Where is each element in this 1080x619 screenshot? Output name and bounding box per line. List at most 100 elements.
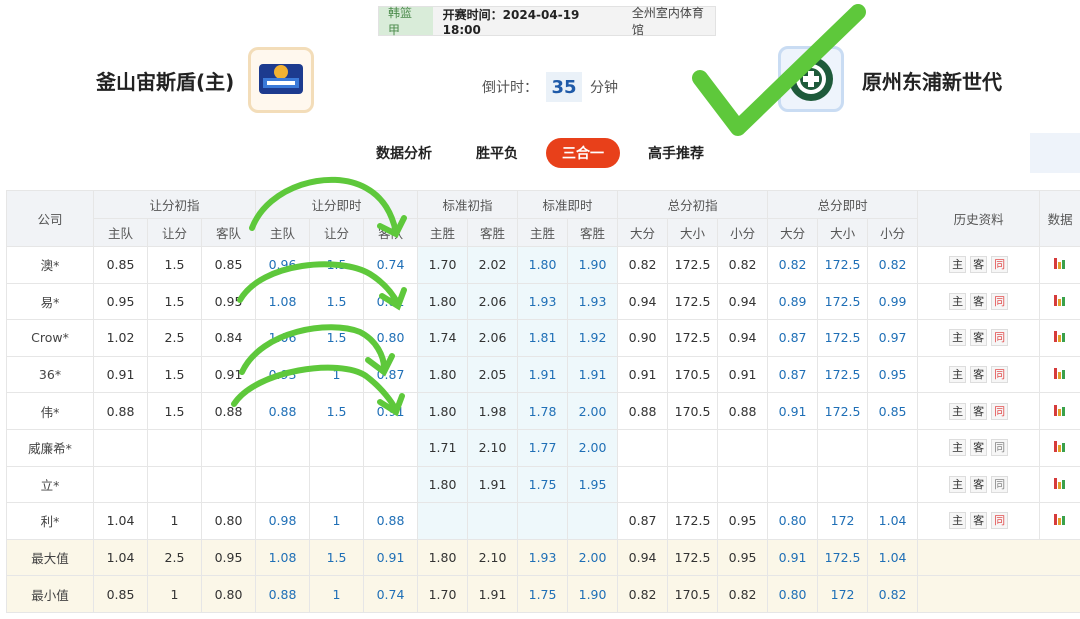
history-home-button[interactable]: 主: [949, 475, 967, 493]
history-same-button[interactable]: 同: [991, 512, 1009, 530]
history-away-button[interactable]: 客: [970, 256, 988, 274]
odds-cell: 0.87: [767, 355, 819, 394]
history-buttons: 主客同: [917, 428, 1041, 467]
company-name[interactable]: 利*: [6, 502, 94, 540]
odds-cell: [667, 465, 719, 504]
company-name[interactable]: Crow*: [6, 319, 94, 357]
odds-cell: [767, 428, 819, 467]
bar-chart-icon[interactable]: [1054, 514, 1066, 526]
odds-cell: 1.95: [567, 465, 619, 504]
bar-chart-icon[interactable]: [1054, 404, 1066, 416]
history-home-button[interactable]: 主: [949, 256, 967, 274]
company-name[interactable]: 易*: [6, 282, 94, 321]
odds-cell: 0.96: [255, 246, 311, 284]
odds-cell: [363, 428, 419, 467]
bar-chart-icon[interactable]: [1054, 258, 1066, 270]
bar-chart-icon[interactable]: [1054, 441, 1066, 453]
history-home-button[interactable]: 主: [949, 402, 967, 420]
sub-header: 大小: [817, 218, 869, 247]
history-away-button[interactable]: 客: [970, 512, 988, 530]
tab-analysis[interactable]: 数据分析: [360, 138, 448, 168]
odds-cell: [93, 465, 148, 504]
odds-cell: 1.5: [309, 319, 365, 357]
odds-cell: 1.75: [517, 575, 569, 613]
sub-header: 大分: [617, 218, 669, 247]
odds-cell: [517, 502, 569, 540]
history-away-button[interactable]: 客: [970, 402, 988, 420]
sub-header: 让分: [309, 218, 365, 247]
data-chart-cell: [1039, 465, 1080, 504]
odds-cell: [147, 465, 202, 504]
odds-cell: 1.93: [567, 282, 619, 321]
odds-cell: 1.02: [93, 319, 148, 357]
home-team-logo-icon[interactable]: [248, 47, 314, 113]
history-same-button[interactable]: 同: [991, 366, 1009, 384]
odds-cell: 2.00: [567, 392, 619, 430]
bar-chart-icon[interactable]: [1054, 477, 1066, 489]
start-time: 开赛时间：2024-04-19 18:00: [442, 7, 580, 37]
company-name[interactable]: 36*: [6, 355, 94, 394]
odds-cell: 1.5: [309, 282, 365, 321]
odds-cell: 1.5: [309, 538, 365, 577]
odds-cell: 0.88: [200, 392, 257, 430]
odds-cell: 0.82: [867, 246, 919, 284]
home-team-name[interactable]: 釜山宙斯盾(主): [96, 66, 234, 95]
bar-chart-icon[interactable]: [1054, 331, 1066, 343]
tab-win-draw-loss[interactable]: 胜平负: [460, 138, 534, 168]
history-away-button[interactable]: 客: [970, 366, 988, 384]
odds-cell: 0.74: [363, 575, 419, 613]
odds-cell: 0.87: [617, 502, 669, 540]
odds-cell: 0.95: [867, 355, 919, 394]
company-name[interactable]: 立*: [6, 465, 94, 504]
odds-cell: 1.71: [417, 428, 469, 467]
sub-header: 大小: [667, 218, 719, 247]
data-chart-cell: [1039, 355, 1080, 394]
history-home-button[interactable]: 主: [949, 292, 967, 310]
data-chart-cell: [1039, 246, 1080, 284]
table-row: 36* 0.91 1.5 0.91 0.93 1 0.87 1.80 2.05 1.91 1.91 0…: [6, 355, 1080, 394]
history-header: 历史资料: [917, 190, 1041, 247]
history-away-button[interactable]: 客: [970, 292, 988, 310]
history-same-button[interactable]: 同: [991, 402, 1009, 420]
odds-cell: 2.05: [467, 355, 519, 394]
odds-cell: 172.5: [817, 392, 869, 430]
away-team-logo-icon[interactable]: [778, 46, 844, 112]
odds-cell: [467, 502, 519, 540]
history-same-button[interactable]: 同: [991, 329, 1009, 347]
odds-cell: 1.04: [867, 502, 919, 540]
history-same-button[interactable]: 同: [991, 292, 1009, 310]
odds-cell: 0.91: [767, 538, 819, 577]
history-home-button[interactable]: 主: [949, 366, 967, 384]
odds-cell: 0.88: [255, 392, 311, 430]
odds-cell: 0.82: [617, 246, 669, 284]
odds-cell: 0.85: [200, 246, 257, 284]
odds-cell: 1: [309, 575, 365, 613]
bar-chart-icon[interactable]: [1054, 368, 1066, 380]
summary-row: 最小值 0.85 1 0.80 0.88 1 0.74 1.70 1.91 1.75 1.90 0.8…: [6, 575, 1080, 613]
bar-chart-icon[interactable]: [1054, 294, 1066, 306]
away-team-name[interactable]: 原州东浦新世代: [862, 66, 1002, 95]
odds-cell: 1.90: [567, 246, 619, 284]
sub-header: 主胜: [517, 218, 569, 247]
history-away-button[interactable]: 客: [970, 439, 988, 457]
history-away-button[interactable]: 客: [970, 329, 988, 347]
tab-expert-picks[interactable]: 高手推荐: [632, 138, 720, 168]
company-name[interactable]: 伟*: [6, 392, 94, 430]
history-away-button[interactable]: 客: [970, 475, 988, 493]
history-same-button[interactable]: 同: [991, 475, 1009, 493]
history-home-button[interactable]: 主: [949, 512, 967, 530]
tab-three-in-one[interactable]: 三合一: [546, 138, 620, 168]
odds-cell: 1.98: [467, 392, 519, 430]
odds-cell: 1.75: [517, 465, 569, 504]
odds-cell: 0.80: [200, 502, 257, 540]
history-buttons: 主客同: [917, 465, 1041, 504]
company-name[interactable]: 澳*: [6, 246, 94, 284]
odds-cell: 0.82: [767, 246, 819, 284]
history-home-button[interactable]: 主: [949, 329, 967, 347]
history-same-button[interactable]: 同: [991, 439, 1009, 457]
company-name[interactable]: 威廉希*: [6, 428, 94, 467]
history-same-button[interactable]: 同: [991, 256, 1009, 274]
odds-cell: 0.82: [717, 575, 769, 613]
odds-cell: 172.5: [667, 538, 719, 577]
history-home-button[interactable]: 主: [949, 439, 967, 457]
